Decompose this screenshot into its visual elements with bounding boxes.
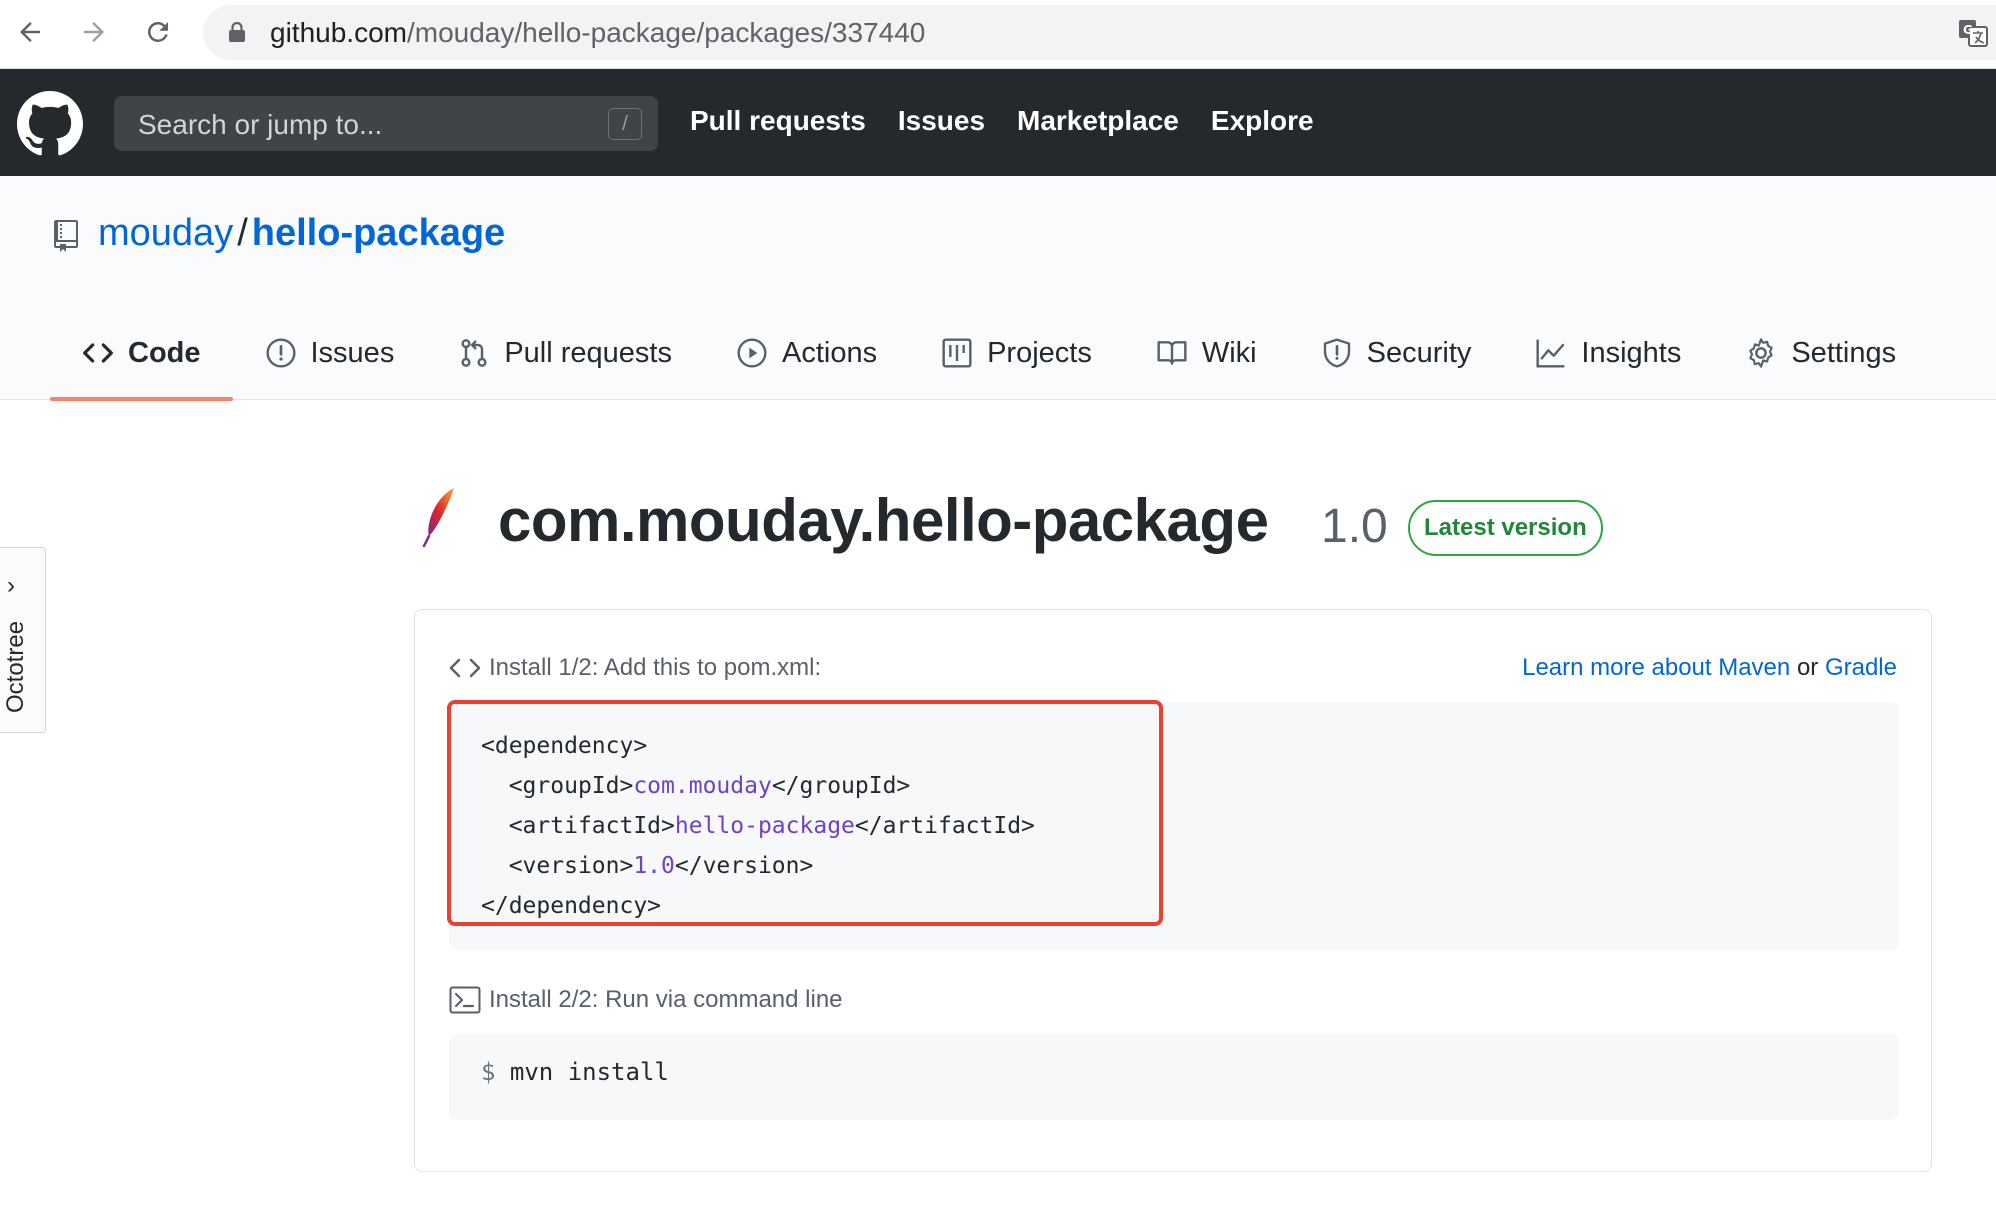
code-token: <artifactId> (508, 813, 675, 839)
chevron-right-icon: › (7, 572, 15, 599)
search-shortcut-key: / (608, 108, 642, 140)
repo-icon (54, 220, 78, 252)
octotree-toggle[interactable]: › Octotree (0, 547, 46, 733)
code-token: </groupId> (771, 773, 911, 799)
project-icon (942, 338, 972, 368)
learn-gradle-link[interactable]: Gradle (1825, 654, 1897, 681)
tab-code[interactable]: Code (50, 306, 233, 401)
code-line: <artifactId>hello-package</artifactId> (481, 806, 1035, 846)
arrow-right-icon (84, 22, 104, 42)
code-token: </version> (674, 853, 814, 879)
tab-label: Insights (1581, 336, 1682, 369)
command-line: $ mvn install (481, 1058, 669, 1086)
install-panel: Install 1/2: Add this to pom.xml: Learn … (414, 609, 1932, 1172)
back-button[interactable] (8, 10, 52, 54)
graph-icon (1536, 339, 1565, 368)
repo-owner-link[interactable]: mouday (98, 212, 233, 254)
book-icon (1157, 341, 1187, 365)
url-text: github.com/mouday/hello-package/packages… (270, 17, 925, 49)
tab-wiki[interactable]: Wiki (1124, 306, 1289, 400)
url-host: github.com (270, 17, 407, 48)
pom-code-lines: <dependency> <groupId>com.mouday</groupI… (481, 726, 1035, 926)
code-value: com.mouday (633, 773, 772, 799)
search-input[interactable]: Search or jump to... / (114, 96, 658, 151)
reload-button[interactable] (136, 10, 180, 54)
learn-more-links: Learn more about Maven or Gradle (1522, 654, 1897, 682)
tab-label: Actions (781, 336, 878, 369)
code-value: 1.0 (633, 853, 675, 879)
pom-code-block[interactable]: <dependency> <groupId>com.mouday</groupI… (447, 700, 1899, 950)
url-path: /mouday/hello-package/packages/337440 (406, 17, 926, 48)
pull-request-icon (461, 339, 487, 367)
latest-version-badge: Latest version (1408, 500, 1603, 556)
translate-icon[interactable]: G (1958, 19, 1988, 47)
issue-icon (265, 338, 296, 368)
command-prompt: $ (481, 1058, 496, 1086)
code-line: <groupId>com.mouday</groupId> (481, 766, 1035, 806)
tab-label: Issues (310, 336, 395, 369)
repo-header: mouday / hello-package Code Issues Pull re… (0, 176, 1996, 401)
tab-label: Wiki (1201, 336, 1257, 369)
octotree-label: Octotree (2, 620, 29, 713)
lock-icon (229, 22, 245, 42)
repo-title: mouday / hello-package (98, 212, 505, 255)
install-step-1-label: Install 1/2: Add this to pom.xml: (489, 654, 822, 681)
code-token: <version> (508, 853, 634, 879)
tab-label: Pull requests (504, 336, 672, 369)
tab-insights[interactable]: Insights (1503, 306, 1713, 400)
maven-feather-icon (422, 488, 454, 548)
command-text: mvn install (509, 1058, 669, 1086)
shield-icon (1323, 338, 1350, 368)
nav-explore[interactable]: Explore (1211, 105, 1314, 137)
nav-pull-requests[interactable]: Pull requests (690, 105, 866, 137)
install-step-2-label: Install 2/2: Run via command line (489, 986, 843, 1013)
browser-toolbar: github.com/mouday/hello-package/packages… (0, 0, 1996, 69)
tab-actions[interactable]: Actions (704, 306, 909, 400)
header-nav: Pull requests Issues Marketplace Explore (690, 105, 1314, 137)
terminal-icon (449, 986, 481, 1014)
nav-issues[interactable]: Issues (898, 105, 985, 137)
repo-separator: / (237, 212, 248, 254)
tab-pull-requests[interactable]: Pull requests (426, 306, 704, 400)
repo-name-link[interactable]: hello-package (252, 212, 505, 254)
code-value: hello-package (674, 813, 855, 839)
code-token: </artifactId> (854, 813, 1035, 839)
arrow-left-icon (20, 22, 40, 42)
search-placeholder: Search or jump to... (138, 109, 383, 140)
code-token: </dependency> (481, 893, 662, 919)
tab-label: Settings (1791, 336, 1897, 369)
tab-issues[interactable]: Issues (233, 306, 427, 400)
tab-security[interactable]: Security (1289, 306, 1504, 400)
code-line: <version>1.0</version> (481, 846, 1035, 886)
learn-maven-link[interactable]: Learn more about Maven (1522, 654, 1790, 681)
forward-button[interactable] (72, 10, 116, 54)
code-token: <dependency> (481, 733, 648, 759)
code-icon (449, 658, 481, 678)
package-version: 1.0 (1321, 500, 1388, 553)
tab-label: Security (1366, 336, 1472, 369)
install-step-1-heading: Install 1/2: Add this to pom.xml: (449, 654, 821, 682)
tab-projects[interactable]: Projects (909, 306, 1124, 400)
tab-settings[interactable]: Settings (1713, 306, 1928, 400)
code-line: </dependency> (481, 886, 1035, 926)
package-title: com.mouday.hello-package (498, 487, 1269, 554)
tab-label: Code (128, 336, 201, 369)
play-icon (737, 338, 767, 368)
code-line: <dependency> (481, 726, 1035, 766)
code-icon (83, 343, 113, 363)
tab-label: Projects (987, 336, 1092, 369)
github-header: Search or jump to... / Pull requests Iss… (0, 69, 1996, 176)
reload-icon (147, 21, 168, 42)
install-step-2-heading: Install 2/2: Run via command line (449, 986, 843, 1014)
code-token: <groupId> (508, 773, 634, 799)
gear-icon (1749, 338, 1774, 368)
github-logo-icon[interactable] (17, 91, 83, 157)
learn-or-text: or (1796, 654, 1819, 681)
command-code-block[interactable]: $ mvn install (449, 1034, 1899, 1120)
address-bar[interactable]: github.com/mouday/hello-package/packages… (203, 5, 1996, 60)
repo-tabs: Code Issues Pull requests Actions Projec… (50, 306, 1928, 401)
nav-marketplace[interactable]: Marketplace (1017, 105, 1179, 137)
svg-text:G: G (1963, 23, 1973, 37)
